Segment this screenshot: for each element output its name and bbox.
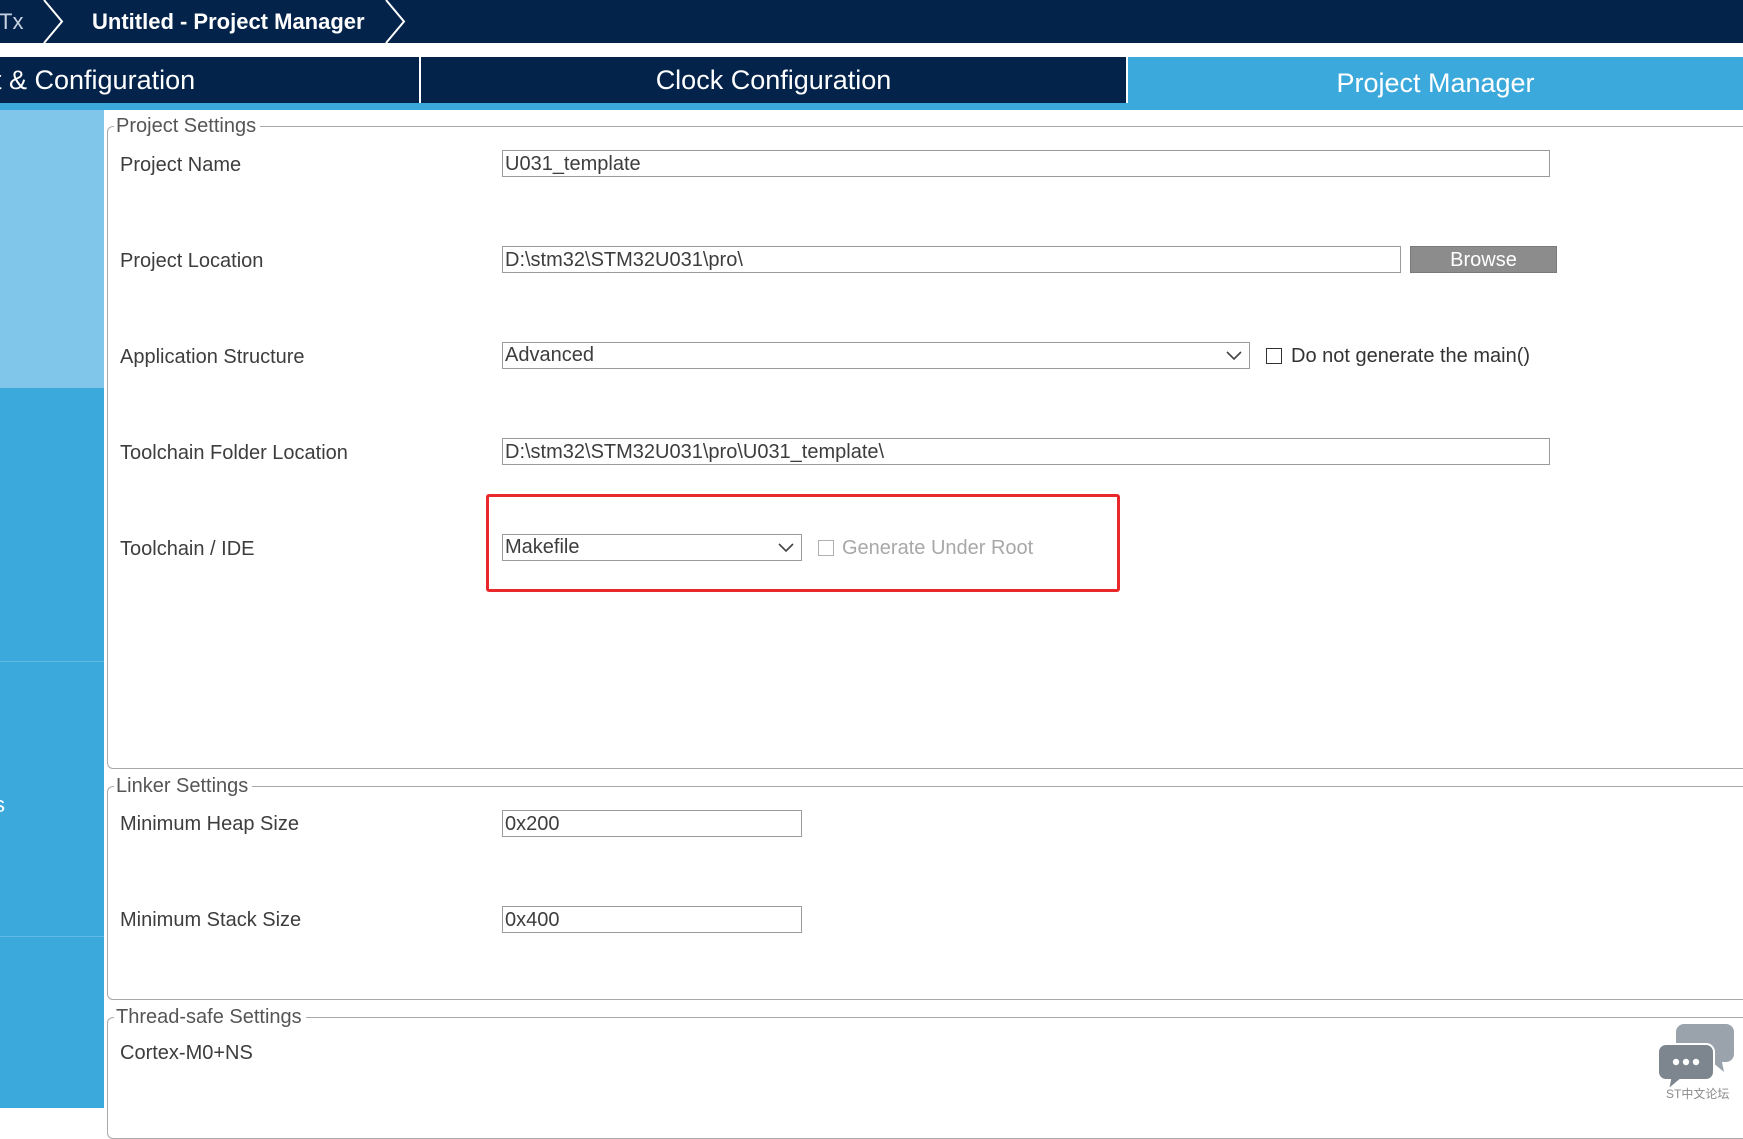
watermark-text: ST中文论坛: [1666, 1087, 1730, 1101]
minimum-stack-size-label: Minimum Stack Size: [120, 909, 302, 931]
tab-pinout-configuration[interactable]: t & Configuration: [0, 57, 419, 103]
thread-safe-settings-legend: Thread-safe Settings: [114, 1004, 306, 1030]
chevron-right-icon: [385, 0, 406, 43]
chevron-down-icon: [1226, 351, 1242, 361]
toolchain-folder-label: Toolchain Folder Location: [120, 442, 348, 464]
thread-safe-settings-group: Thread-safe Settings Cortex-M0+NS: [107, 1004, 1743, 1139]
minimum-heap-size-input[interactable]: 0x200: [502, 810, 802, 837]
sidebar-item-code-generator[interactable]: [0, 388, 104, 662]
sidebar-item-extra[interactable]: [0, 937, 104, 1108]
project-settings-group: Project Settings Project Name U031_templ…: [107, 113, 1743, 769]
do-not-generate-main-checkbox[interactable]: [1266, 348, 1282, 364]
minimum-heap-size-label: Minimum Heap Size: [120, 813, 299, 835]
linker-settings-group: Linker Settings Minimum Heap Size 0x200 …: [107, 773, 1743, 1000]
chevron-right-icon: [43, 0, 64, 43]
sidebar-item-label: s: [0, 792, 5, 818]
sidebar-item-project[interactable]: [0, 110, 104, 388]
do-not-generate-main-label: Do not generate the main(): [1291, 345, 1531, 367]
application-structure-label: Application Structure: [120, 346, 305, 368]
sidebar: s: [0, 110, 104, 1108]
cortex-core-label: Cortex-M0+NS: [120, 1042, 253, 1064]
tab-project-manager[interactable]: Project Manager: [1128, 57, 1743, 110]
main-tabs: t & Configuration Clock Configuration Pr…: [0, 57, 1743, 110]
toolchain-folder-input[interactable]: D:\stm32\STM32U031\pro\U031_template\: [502, 438, 1550, 465]
tab-label: t & Configuration: [0, 65, 196, 95]
minimum-stack-size-input[interactable]: 0x400: [502, 906, 802, 933]
application-structure-value: Advanced: [505, 344, 594, 366]
project-location-input[interactable]: D:\stm32\STM32U031\pro\: [502, 246, 1401, 273]
tabs-underline: [0, 103, 1128, 110]
browse-button[interactable]: Browse: [1410, 246, 1557, 273]
project-name-label: Project Name: [120, 154, 242, 176]
toolchain-ide-label: Toolchain / IDE: [120, 538, 255, 560]
breadcrumb: Tx Untitled - Project Manager: [0, 0, 1743, 43]
breadcrumb-item-previous[interactable]: Tx: [0, 0, 23, 43]
tab-clock-configuration[interactable]: Clock Configuration: [421, 57, 1126, 103]
linker-settings-legend: Linker Settings: [114, 773, 253, 799]
highlight-box: [486, 494, 1120, 592]
application-structure-select[interactable]: Advanced: [502, 342, 1250, 369]
sidebar-item-advanced-settings[interactable]: s: [0, 662, 104, 937]
project-name-input[interactable]: U031_template: [502, 150, 1550, 177]
breadcrumb-item-current[interactable]: Untitled - Project Manager: [92, 0, 365, 43]
project-settings-legend: Project Settings: [114, 113, 261, 139]
project-location-label: Project Location: [120, 250, 264, 272]
